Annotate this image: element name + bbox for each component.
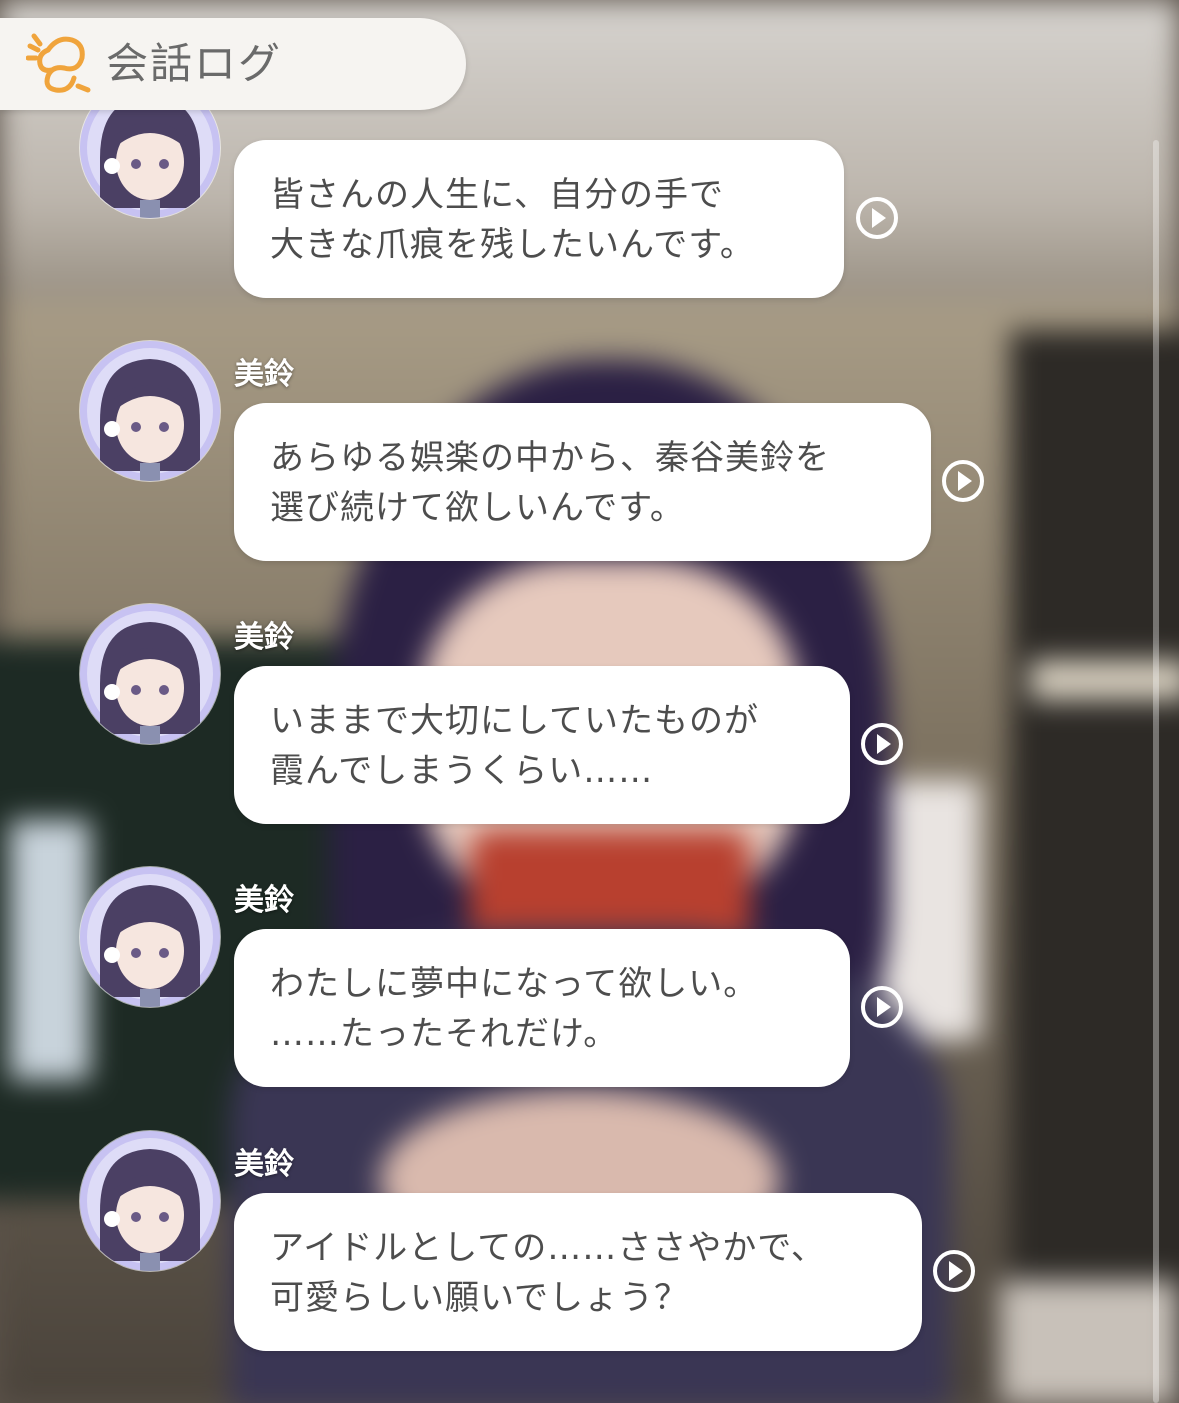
message-bubble: いままで大切にしていたものが 霞んでしまうくらい…… bbox=[234, 666, 850, 824]
message-bubble: わたしに夢中になって欲しい。 ……たったそれだけ。 bbox=[234, 929, 850, 1087]
play-voice-icon[interactable] bbox=[941, 459, 985, 503]
page-title: 会話ログ bbox=[106, 39, 283, 88]
message-line: 可愛らしい願いでしょう？ bbox=[270, 1278, 689, 1318]
play-voice-icon[interactable] bbox=[932, 1249, 976, 1293]
conversation-log-screen: 皆さんの人生に、自分の手で 大きな爪痕を残したいんです。 美鈴 あらゆる娯楽の中… bbox=[0, 0, 1179, 1403]
play-voice-icon[interactable] bbox=[860, 985, 904, 1029]
message-line: 選び続けて欲しいんです。 bbox=[270, 488, 685, 528]
message-bubble: あらゆる娯楽の中から、秦谷美鈴を 選び続けて欲しいんです。 bbox=[234, 403, 931, 561]
speaker-name: 美鈴 bbox=[234, 620, 294, 655]
log-entry: 美鈴 いままで大切にしていたものが 霞んでしまうくらい…… bbox=[0, 604, 1179, 844]
log-entry: 美鈴 わたしに夢中になって欲しい。 ……たったそれだけ。 bbox=[0, 867, 1179, 1107]
speaker-name: 美鈴 bbox=[234, 1147, 294, 1182]
message-line: 大きな爪痕を残したいんです。 bbox=[270, 225, 755, 265]
message-line: 皆さんの人生に、自分の手で bbox=[270, 175, 724, 215]
message-line: 霞んでしまうくらい…… bbox=[270, 751, 654, 791]
speaker-name: 美鈴 bbox=[234, 357, 294, 392]
message-bubble: アイドルとしての……ささやかで、 可愛らしい願いでしょう？ bbox=[234, 1193, 922, 1351]
message-line: あらゆる娯楽の中から、秦谷美鈴を bbox=[270, 438, 830, 478]
speaker-name: 美鈴 bbox=[234, 883, 294, 918]
speaker-avatar bbox=[80, 1131, 220, 1271]
speaker-avatar bbox=[80, 604, 220, 744]
log-entry: 美鈴 あらゆる娯楽の中から、秦谷美鈴を 選び続けて欲しいんです。 bbox=[0, 341, 1179, 581]
play-voice-icon[interactable] bbox=[860, 722, 904, 766]
message-log[interactable]: 皆さんの人生に、自分の手で 大きな爪痕を残したいんです。 美鈴 あらゆる娯楽の中… bbox=[0, 0, 1179, 1403]
message-bubble: 皆さんの人生に、自分の手で 大きな爪痕を残したいんです。 bbox=[234, 140, 844, 298]
message-line: アイドルとしての……ささやかで、 bbox=[270, 1228, 826, 1268]
play-voice-icon[interactable] bbox=[855, 196, 899, 240]
log-entry: 皆さんの人生に、自分の手で 大きな爪痕を残したいんです。 bbox=[0, 78, 1179, 318]
speaker-avatar bbox=[80, 867, 220, 1007]
message-line: ……たったそれだけ。 bbox=[270, 1014, 619, 1054]
flower-leaf-icon bbox=[26, 33, 91, 93]
message-line: いままで大切にしていたものが bbox=[270, 701, 759, 741]
log-header: 会話ログ bbox=[0, 18, 466, 110]
message-line: わたしに夢中になって欲しい。 bbox=[270, 964, 759, 1004]
speaker-avatar bbox=[80, 341, 220, 481]
log-entry: 美鈴 アイドルとしての……ささやかで、 可愛らしい願いでしょう？ bbox=[0, 1131, 1179, 1371]
